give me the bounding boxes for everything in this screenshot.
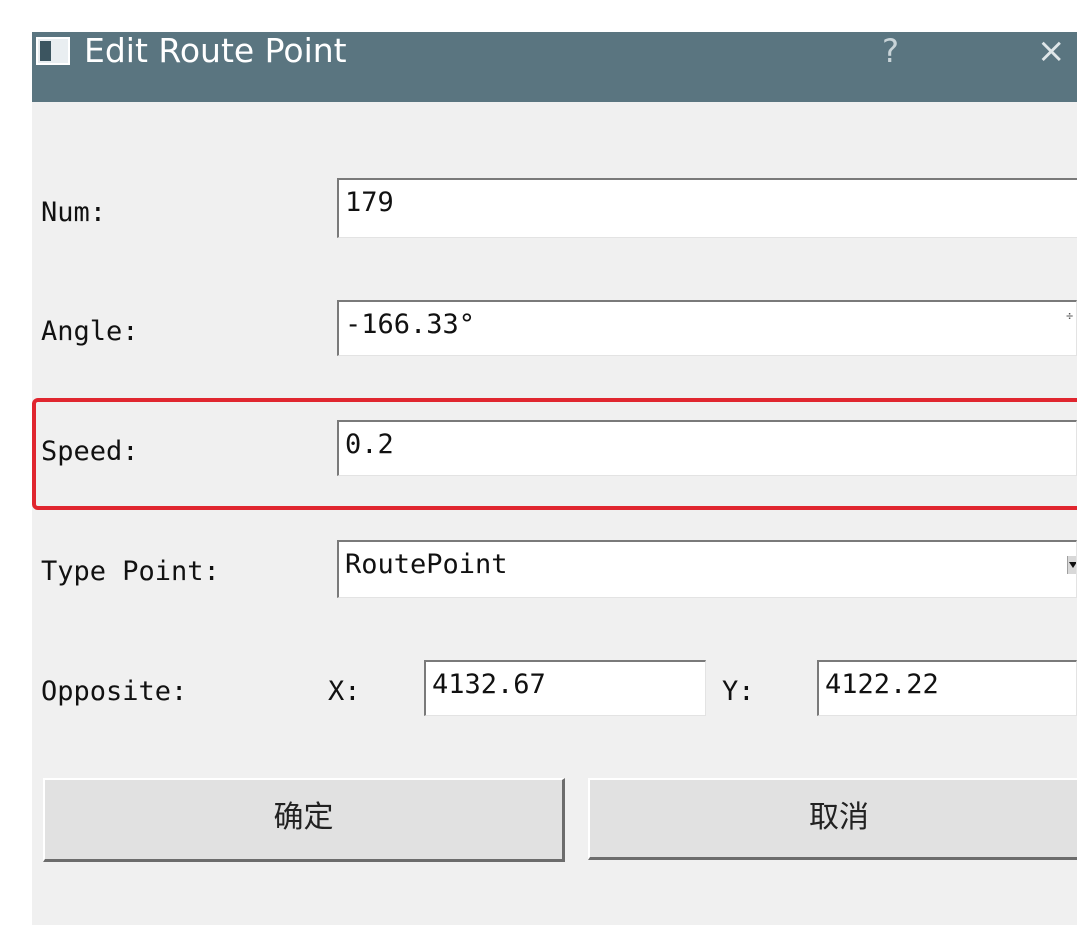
spin-arrows-icon[interactable]: ÷ [1066, 310, 1076, 338]
opposite-x-label: X: [328, 676, 361, 707]
speed-label: Speed: [41, 436, 139, 467]
type-point-select[interactable]: RoutePoint [337, 540, 1077, 598]
opposite-y-input[interactable]: 4122.22 [817, 660, 1077, 716]
opposite-y-value: 4122.22 [825, 669, 939, 700]
opposite-x-value: 4132.67 [432, 669, 546, 700]
num-value: 179 [345, 187, 394, 218]
opposite-x-input[interactable]: 4132.67 [424, 660, 706, 716]
type-point-value: RoutePoint [345, 549, 508, 580]
edit-route-point-dialog: Edit Route Point ? × Num: 179 Angle: -16… [32, 32, 1077, 925]
opposite-y-label: Y: [722, 676, 755, 707]
window-app-icon [36, 37, 70, 65]
chevron-down-icon[interactable] [1067, 556, 1076, 574]
type-point-label: Type Point: [41, 556, 220, 587]
title-bar[interactable]: Edit Route Point ? × [32, 32, 1077, 102]
angle-spinbox[interactable]: -166.33° ÷ [337, 300, 1077, 356]
opposite-label: Opposite: [41, 676, 188, 707]
num-label: Num: [41, 197, 107, 228]
num-input[interactable]: 179 [337, 178, 1077, 238]
speed-input[interactable]: 0.2 [337, 420, 1077, 476]
angle-value: -166.33° [345, 309, 476, 340]
cancel-button[interactable]: 取消 [588, 778, 1077, 860]
angle-label: Angle: [41, 316, 139, 347]
close-button[interactable]: × [1037, 32, 1066, 74]
ok-button[interactable]: 确定 [43, 778, 565, 862]
dialog-title: Edit Route Point [84, 32, 347, 70]
help-button[interactable]: ? [882, 32, 899, 74]
speed-value: 0.2 [345, 429, 394, 460]
